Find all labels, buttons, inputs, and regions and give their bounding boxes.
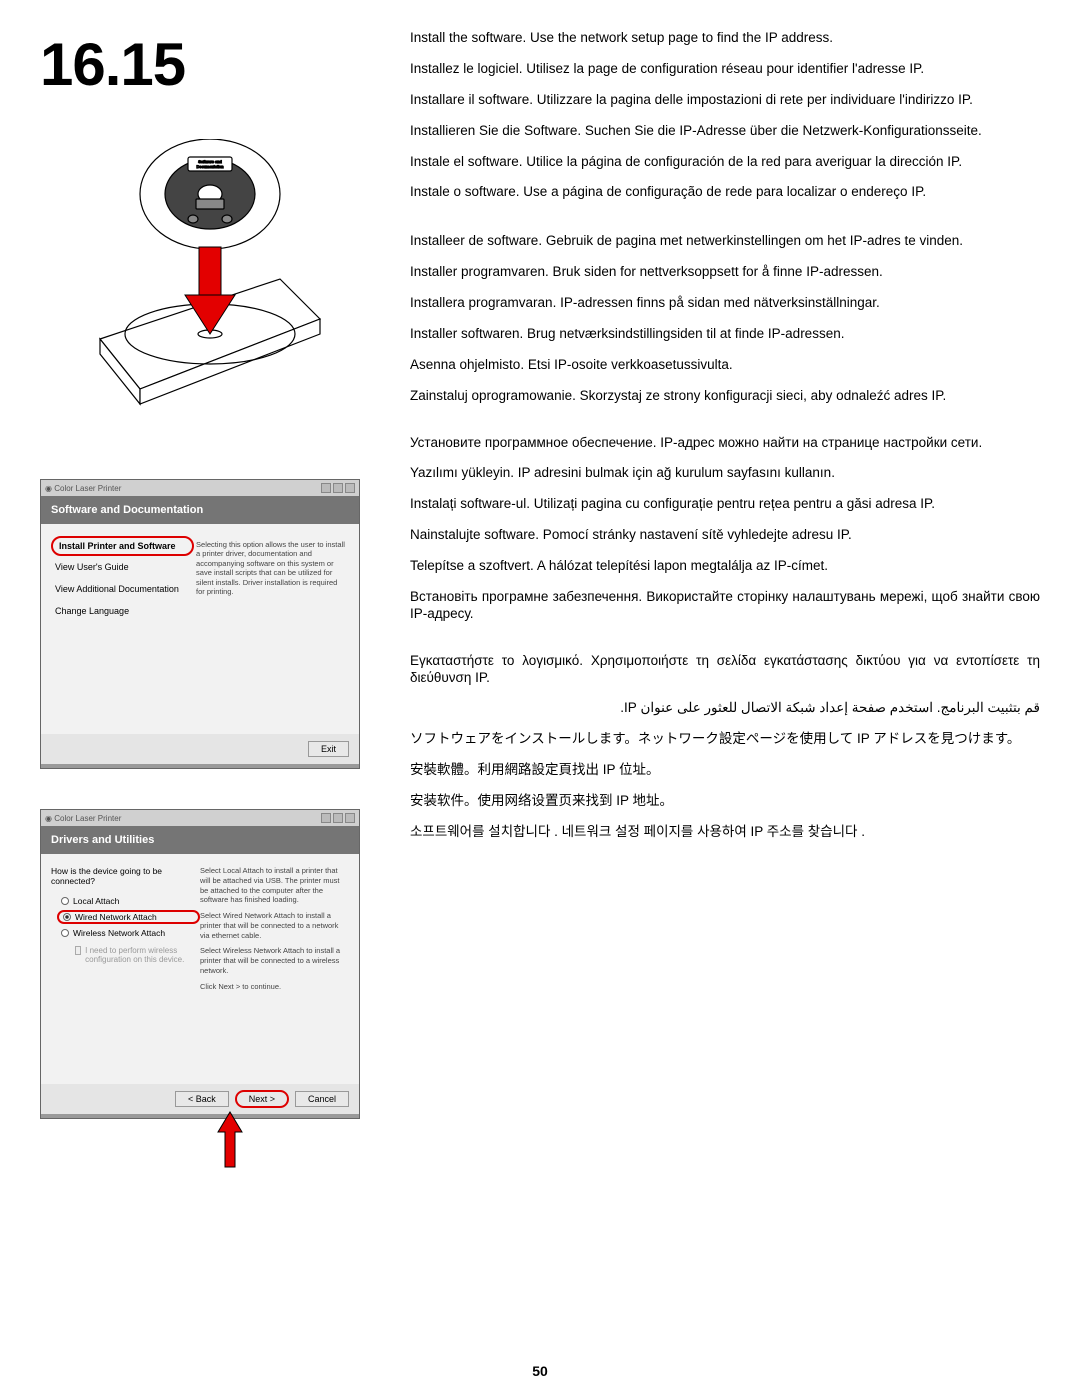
- local-attach-option[interactable]: Local Attach: [61, 896, 200, 906]
- svg-text:Documentation: Documentation: [197, 164, 224, 169]
- instruction-zh-cn: 安装软件。使用网络设置页来找到 IP 地址。: [410, 793, 1040, 810]
- instruction-nl: Installeer de software. Gebruik de pagin…: [410, 233, 1040, 250]
- connection-question: How is the device going to be connected?: [51, 866, 200, 886]
- instruction-de: Installieren Sie die Software. Suchen Si…: [410, 123, 1040, 140]
- disc-icon: ◉: [45, 484, 52, 493]
- instruction-tr: Yazılımı yükleyin. IP adresini bulmak iç…: [410, 465, 1040, 482]
- instruction-zh-tw: 安裝軟體。利用網路設定頁找出 IP 位址。: [410, 762, 1040, 779]
- window-title: Color Laser Printer: [54, 814, 121, 823]
- instruction-en: Install the software. Use the network se…: [410, 30, 1040, 47]
- instruction-es: Instale el software. Utilice la página d…: [410, 154, 1040, 171]
- cd-insert-illustration: Software and Documentation: [80, 139, 340, 419]
- instruction-pt: Instale o software. Use a página de conf…: [410, 184, 1040, 201]
- change-language-option[interactable]: Change Language: [51, 600, 194, 622]
- step-number: 16.15: [40, 30, 380, 99]
- disc-icon: ◉: [45, 814, 52, 823]
- instruction-sv: Installera programvaran. IP-adressen fin…: [410, 295, 1040, 312]
- view-additional-docs-option[interactable]: View Additional Documentation: [51, 578, 194, 600]
- window-titlebar: ◉ Color Laser Printer: [41, 480, 359, 496]
- cursor-arrow-icon: [210, 1103, 250, 1173]
- wired-network-option[interactable]: Wired Network Attach: [57, 910, 200, 924]
- cancel-button[interactable]: Cancel: [295, 1091, 349, 1107]
- instruction-uk: Встановіть програмне забезпечення. Викор…: [410, 589, 1040, 623]
- instruction-it: Installare il software. Utilizzare la pa…: [410, 92, 1040, 109]
- instruction-no: Installer programvaren. Bruk siden for n…: [410, 264, 1040, 281]
- window-title: Color Laser Printer: [54, 484, 121, 493]
- instruction-cs: Nainstalujte software. Pomocí stránky na…: [410, 527, 1040, 544]
- instruction-ro: Instalați software-ul. Utilizați pagina …: [410, 496, 1040, 513]
- instruction-hu: Telepítse a szoftvert. A hálózat telepít…: [410, 558, 1040, 575]
- instruction-ko: 소프트웨어를 설치합니다 . 네트워크 설정 페이지를 사용하여 IP 주소를 …: [410, 824, 1040, 841]
- instruction-el: Εγκαταστήστε το λογισμικό. Χρησιμοποιήστ…: [410, 653, 1040, 687]
- window-controls: [321, 483, 355, 493]
- instruction-fi: Asenna ohjelmisto. Etsi IP-osoite verkko…: [410, 357, 1040, 374]
- instruction-ar: قم بتثبيت البرنامج. استخدم صفحة إعداد شب…: [410, 700, 1040, 717]
- wireless-network-option[interactable]: Wireless Network Attach: [61, 928, 200, 938]
- installer-screenshot-2: ◉ Color Laser Printer Drivers and Utilit…: [40, 809, 360, 1119]
- installer-header: Drivers and Utilities: [41, 826, 359, 854]
- instruction-da: Installer softwaren. Brug netværksindsti…: [410, 326, 1040, 343]
- wireless-config-checkbox: I need to perform wireless configuration…: [75, 946, 200, 964]
- instruction-ru: Установите программное обеспечение. IP-а…: [410, 435, 1040, 452]
- view-users-guide-option[interactable]: View User's Guide: [51, 556, 194, 578]
- exit-button[interactable]: Exit: [308, 741, 349, 757]
- instruction-ja: ソフトウェアをインストールします。ネットワーク設定ページを使用して IP アドレ…: [410, 731, 1040, 748]
- installer-header: Software and Documentation: [41, 496, 359, 524]
- page-number: 50: [0, 1363, 1080, 1379]
- instruction-fr: Installez le logiciel. Utilisez la page …: [410, 61, 1040, 78]
- option-description: Selecting this option allows the user to…: [194, 536, 349, 722]
- instruction-pl: Zainstaluj oprogramowanie. Skorzystaj ze…: [410, 388, 1040, 405]
- connection-description: Select Local Attach to install a printer…: [200, 866, 349, 1072]
- installer-screenshot-1: ◉ Color Laser Printer Software and Docum…: [40, 479, 360, 769]
- window-titlebar: ◉ Color Laser Printer: [41, 810, 359, 826]
- window-controls: [321, 813, 355, 823]
- install-printer-option[interactable]: Install Printer and Software: [51, 536, 194, 556]
